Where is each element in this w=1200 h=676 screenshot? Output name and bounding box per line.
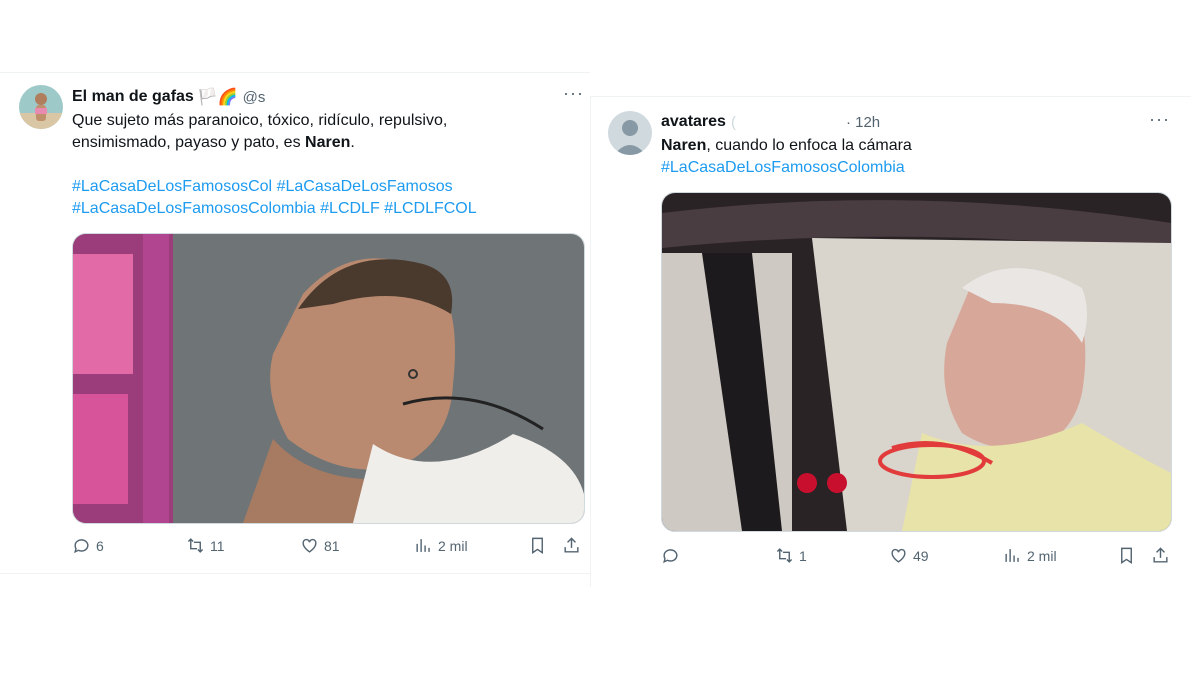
avatar[interactable] xyxy=(19,85,63,129)
mention-name: Naren xyxy=(661,137,707,154)
reply-icon xyxy=(74,539,89,554)
hashtag-line: #LaCasaDeLosFamososColombia #LCDLF #LCDL… xyxy=(72,198,572,220)
reply-count: 6 xyxy=(96,537,104,554)
retweet-icon xyxy=(187,538,204,553)
views-icon xyxy=(1005,549,1019,562)
retweet-count: 1 xyxy=(799,547,807,564)
tweet-photo[interactable] xyxy=(661,192,1172,532)
tweet-card-right[interactable]: avatares ( · 12h ··· Naren, cuando lo en… xyxy=(590,96,1191,587)
hashtag-link[interactable]: #LaCasaDeLosFamososColombia xyxy=(661,159,905,176)
share-icon xyxy=(1153,547,1168,563)
text-line: Naren, cuando lo enfoca la cámara xyxy=(661,137,912,154)
views-count: 2 mil xyxy=(438,537,468,554)
reply-button[interactable] xyxy=(661,546,775,565)
default-avatar-icon xyxy=(608,111,652,155)
author-row: El man de gafas 🏳️🌈 @s xyxy=(72,87,265,107)
reply-button[interactable]: 6 xyxy=(72,536,186,555)
avatar[interactable] xyxy=(608,111,652,155)
bookmark-button[interactable] xyxy=(528,536,562,555)
mention-name: Naren xyxy=(305,134,351,151)
tweet-card-left[interactable]: El man de gafas 🏳️🌈 @s ··· Que sujeto má… xyxy=(0,72,590,574)
more-options-icon[interactable]: ··· xyxy=(563,83,584,104)
heart-icon xyxy=(891,548,906,563)
like-count: 49 xyxy=(913,547,929,564)
text-line: Que sujeto más paranoico, tóxico, ridícu… xyxy=(72,112,448,129)
share-icon xyxy=(564,537,579,553)
heart-icon xyxy=(302,538,317,553)
action-bar: 6 11 81 2 mil xyxy=(72,536,584,555)
tweet-photo[interactable] xyxy=(72,233,585,524)
author-row: avatares ( · 12h xyxy=(661,113,880,131)
bookmark-button[interactable] xyxy=(1117,546,1151,565)
text-line: ensimismado, payaso y pato, es Naren. xyxy=(72,134,355,151)
handle[interactable]: @s xyxy=(243,89,266,106)
timestamp[interactable]: · 12h xyxy=(846,114,880,131)
hashtag-line: #LaCasaDeLosFamososCol #LaCasaDeLosFamos… xyxy=(72,176,572,198)
views-count: 2 mil xyxy=(1027,547,1057,564)
handle[interactable]: ( xyxy=(731,114,736,131)
hashtag-line: #LaCasaDeLosFamososColombia xyxy=(661,157,1171,179)
views-button[interactable]: 2 mil xyxy=(414,536,528,555)
hashtag-link[interactable]: #LaCasaDeLosFamosos xyxy=(277,178,453,195)
hashtag-link[interactable]: #LaCasaDeLosFamososCol xyxy=(72,178,272,195)
share-button[interactable] xyxy=(1151,546,1171,565)
like-count: 81 xyxy=(324,537,340,554)
reply-icon xyxy=(663,549,678,564)
bookmark-icon xyxy=(532,537,543,554)
hashtag-link[interactable]: #LCDLFCOL xyxy=(384,200,476,217)
tweet-text: Naren, cuando lo enfoca la cámara #LaCas… xyxy=(661,135,1171,179)
action-bar: 1 49 2 mil xyxy=(661,546,1173,565)
more-options-icon[interactable]: ··· xyxy=(1149,109,1170,130)
tweet-text: Que sujeto más paranoico, tóxico, ridícu… xyxy=(72,110,572,220)
like-button[interactable]: 81 xyxy=(300,536,414,555)
like-button[interactable]: 49 xyxy=(889,546,1003,565)
retweet-icon xyxy=(776,548,793,563)
flag-emoji: 🏳️🌈 xyxy=(197,89,238,106)
display-name[interactable]: El man de gafas xyxy=(72,88,194,106)
retweet-count: 11 xyxy=(210,537,225,554)
hashtag-link[interactable]: #LCDLF xyxy=(320,200,380,217)
share-button[interactable] xyxy=(562,536,582,555)
display-name[interactable]: avatares xyxy=(661,113,726,131)
retweet-button[interactable]: 1 xyxy=(775,546,889,565)
views-button[interactable]: 2 mil xyxy=(1003,546,1117,565)
bookmark-icon xyxy=(1121,547,1132,564)
views-icon xyxy=(416,539,430,552)
retweet-button[interactable]: 11 xyxy=(186,536,300,555)
hashtag-link[interactable]: #LaCasaDeLosFamososColombia xyxy=(72,200,316,217)
